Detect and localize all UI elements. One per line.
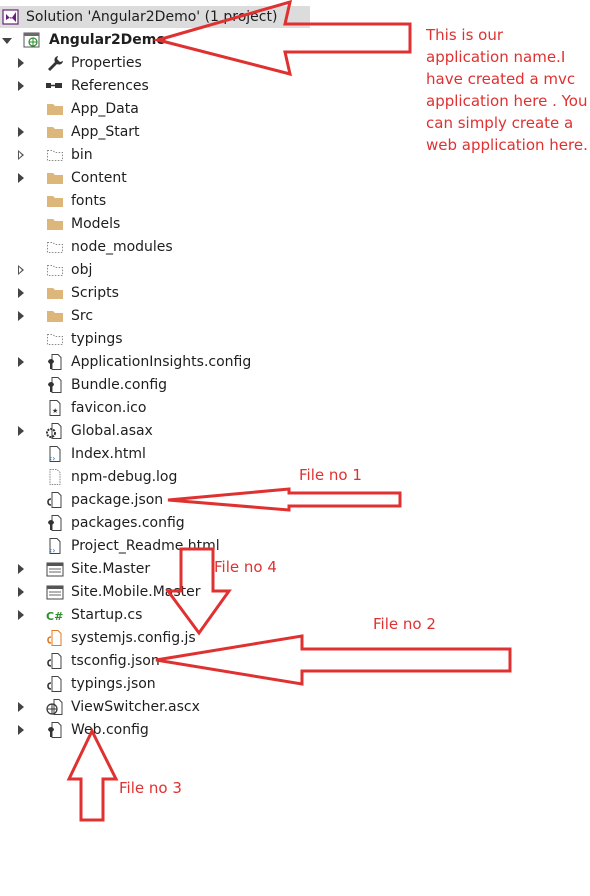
arrow-to-project [152,0,412,77]
arrow-file-4 [165,547,232,636]
arrow-file-2 [155,634,512,686]
annotation-arrows [66,0,512,822]
arrow-file-3 [66,727,119,822]
arrow-file-1 [167,487,402,512]
